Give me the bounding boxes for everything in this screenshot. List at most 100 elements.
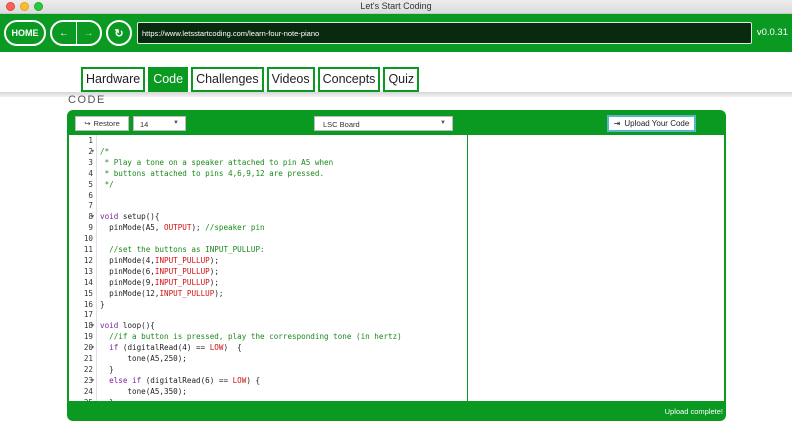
font-size-value: 14: [140, 120, 149, 129]
tab-videos[interactable]: Videos: [266, 67, 315, 92]
fold-toggle-icon[interactable]: ▾: [91, 343, 95, 354]
line-number: 11: [83, 245, 93, 254]
line-number: 25: [69, 398, 93, 401]
code-token: void: [100, 212, 119, 222]
browser-toolbar: HOME ← → ↻ https://www.letsstartcoding.c…: [0, 14, 792, 52]
code-token: //speaker pin: [205, 223, 265, 233]
line-number: 9: [88, 223, 93, 233]
code-token: INPUT_PULLUP: [154, 266, 210, 276]
code-token: );: [209, 266, 219, 276]
line-number: 2: [88, 146, 93, 156]
code-text: if (digitalRead(4) == LOW) {: [100, 343, 242, 354]
url-input[interactable]: https://www.letsstartcoding.com/learn-fo…: [137, 22, 752, 44]
code-token: (digitalRead(6) ==: [141, 375, 233, 385]
code-token: ) {: [246, 375, 261, 385]
code-text: else if (digitalRead(6) == LOW) {: [100, 376, 260, 387]
code-token: */: [100, 179, 114, 189]
code-text: */: [100, 180, 114, 191]
code-text: }: [100, 365, 114, 376]
code-token: INPUT_PULLUP: [154, 277, 210, 287]
code-editor[interactable]: 1 2 ▾/* 3 * Play a tone on a speaker attach…: [69, 135, 467, 401]
line-number: 16: [83, 299, 93, 309]
serial-output-pane[interactable]: [468, 135, 724, 401]
code-token: void: [100, 321, 119, 331]
board-value: LSC Board: [323, 120, 360, 129]
font-size-select[interactable]: 14 ▼: [133, 116, 186, 131]
code-token: LOW: [232, 375, 247, 385]
code-panel: ↪ Restore 14 ▼ LSC Board ▼ ⇥ Upload Your…: [67, 110, 726, 421]
code-text: * Play a tone on a speaker attached to p…: [100, 157, 334, 169]
line-number: 18: [83, 321, 93, 331]
code-token: * Play a tone on a speaker attached to p…: [100, 157, 334, 167]
code-text: pinMode(9,INPUT_PULLUP);: [100, 278, 219, 289]
upload-status: Upload complete!: [664, 407, 723, 416]
code-token: pinMode(4,: [100, 255, 155, 265]
code-text: pinMode(12,INPUT_PULLUP);: [100, 289, 223, 300]
code-text: void loop(){: [100, 321, 155, 332]
code-token: pinMode(9,: [100, 277, 155, 287]
code-token: pinMode(A5,: [100, 223, 165, 233]
line-number: 4: [88, 168, 93, 178]
code-token: );: [209, 277, 219, 287]
line-number: 17: [83, 310, 93, 320]
fold-toggle-icon[interactable]: ▾: [91, 321, 95, 332]
code-token: );: [191, 223, 206, 233]
code-token: tone(A5,250);: [100, 354, 187, 363]
tab-concepts[interactable]: Concepts: [317, 67, 381, 92]
fold-toggle-icon[interactable]: ▾: [91, 212, 95, 223]
fold-toggle-icon[interactable]: ▾: [91, 147, 95, 158]
history-nav: ← →: [50, 20, 102, 46]
code-token: }: [100, 364, 114, 374]
tab-hardware[interactable]: Hardware: [81, 67, 146, 92]
code-token: /*: [100, 146, 110, 156]
code-text: /*: [100, 147, 109, 158]
code-token: (digitalRead(4) ==: [118, 343, 210, 353]
line-number: 22: [83, 364, 93, 374]
forward-arrow-icon[interactable]: →: [76, 22, 100, 44]
home-button[interactable]: HOME: [4, 20, 46, 46]
code-token: else if: [100, 375, 142, 385]
code-token: pinMode(6,: [100, 266, 155, 276]
code-token: setup(){: [118, 212, 160, 222]
code-text: //if a button is pressed, play the corre…: [100, 332, 402, 343]
line-number: 13: [83, 266, 93, 276]
board-select[interactable]: LSC Board ▼: [314, 116, 453, 131]
code-token: );: [214, 288, 224, 298]
code-token: //set the buttons as INPUT_PULLUP:: [100, 245, 265, 254]
code-text: pinMode(A5, OUTPUT); //speaker pin: [100, 223, 265, 234]
line-number: 1: [88, 136, 93, 145]
code-token: if: [100, 343, 119, 353]
line-number: 19: [83, 332, 93, 342]
code-token: );: [209, 255, 219, 265]
line-number: 3: [88, 157, 93, 167]
back-arrow-icon[interactable]: ←: [52, 22, 76, 44]
code-text: //set the buttons as INPUT_PULLUP:: [100, 245, 265, 256]
tab-challenges[interactable]: Challenges: [191, 67, 264, 92]
upload-label: Upload Your Code: [624, 119, 690, 128]
chevron-down-icon: ▼: [173, 120, 179, 126]
code-token: //if a button is pressed, play the corre…: [100, 332, 402, 342]
restore-button[interactable]: ↪ Restore: [75, 116, 129, 131]
line-number: 23: [83, 375, 93, 385]
code-text: pinMode(4,INPUT_PULLUP);: [100, 256, 219, 267]
code-token: LOW: [209, 343, 224, 353]
code-text: tone(A5,250);: [100, 354, 187, 365]
tab-code[interactable]: Code: [148, 67, 189, 92]
code-token: pinMode(12,: [100, 288, 160, 298]
code-text: void setup(){: [100, 212, 159, 223]
window-title: Let's Start Coding: [360, 1, 432, 11]
tab-quiz[interactable]: Quiz: [383, 67, 420, 92]
line-number: 7: [88, 201, 93, 211]
lesson-tabs: Hardware Code Challenges Videos Concepts…: [81, 67, 420, 92]
upload-icon: ⇥: [613, 119, 621, 128]
code-text: pinMode(6,INPUT_PULLUP);: [100, 267, 219, 278]
code-token: * buttons attached to pins 4,6,9,12 are …: [100, 168, 325, 178]
restore-icon: ↪: [84, 119, 91, 128]
code-token: INPUT_PULLUP: [154, 255, 210, 265]
upload-code-button[interactable]: ⇥ Upload Your Code: [607, 115, 696, 132]
line-number: 14: [83, 277, 93, 287]
window-title-bar: Let's Start Coding: [0, 0, 792, 14]
line-number: 15: [83, 288, 93, 298]
reload-icon[interactable]: ↻: [106, 20, 132, 46]
fold-toggle-icon[interactable]: ▾: [91, 376, 95, 387]
